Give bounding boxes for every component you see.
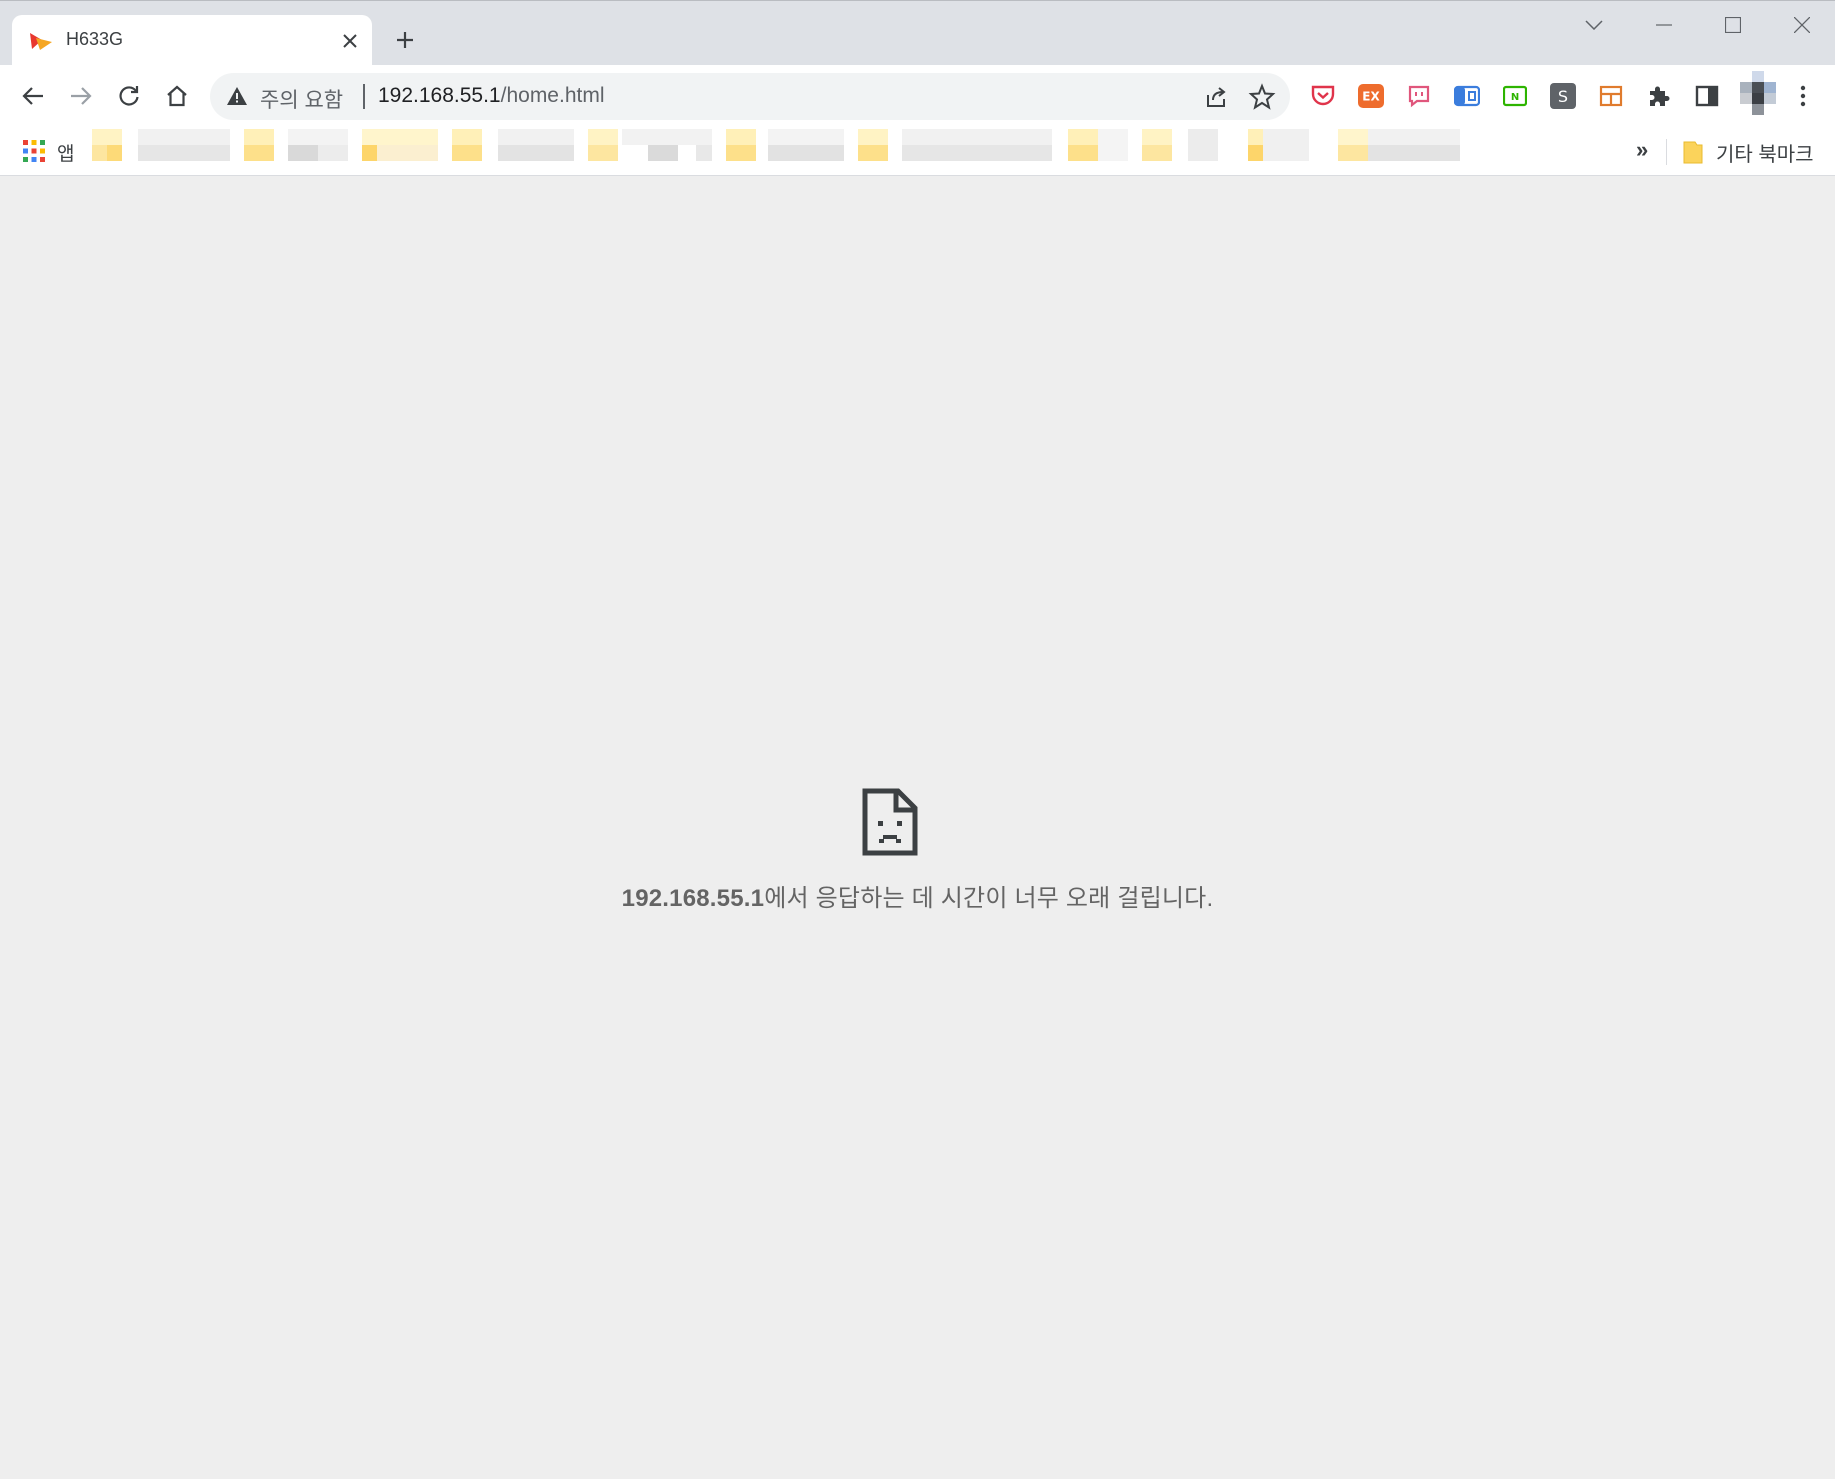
arrow-left-icon: [22, 87, 43, 105]
profile-button[interactable]: [1738, 71, 1776, 115]
other-bookmarks-label[interactable]: 기타 북마크: [1716, 138, 1814, 167]
share-icon[interactable]: [1202, 83, 1230, 111]
folder-icon[interactable]: [1682, 139, 1704, 165]
bookmarks-overflow-button[interactable]: »: [1636, 137, 1648, 163]
extensions-menu-button[interactable]: [1645, 82, 1673, 110]
close-icon: [1794, 17, 1810, 33]
layout-extension-button[interactable]: [1597, 82, 1625, 110]
chrome-menu-button[interactable]: [1789, 82, 1817, 110]
arrow-right-icon: [71, 87, 92, 105]
s-extension-button[interactable]: S: [1549, 82, 1577, 110]
tab-search-button[interactable]: [1564, 7, 1624, 43]
sk-broadband-favicon: [30, 33, 52, 50]
error-host: 192.168.55.1: [621, 885, 765, 912]
side-panel-icon: [1695, 85, 1719, 107]
sad-page-icon: [862, 788, 918, 856]
maximize-button[interactable]: [1703, 7, 1763, 43]
bookmark-star-icon[interactable]: [1248, 83, 1276, 111]
error-message-text: 에서 응답하는 데 시간이 너무 오래 걸립니다.: [764, 885, 1214, 912]
apps-grid-icon[interactable]: [22, 139, 46, 163]
chat-extension-button[interactable]: [1405, 82, 1433, 110]
bookmarks-divider: [1666, 139, 1667, 165]
ex-extension-icon: EX: [1358, 84, 1384, 108]
more-vertical-icon: [1800, 85, 1806, 107]
ex-extension-label: EX: [1362, 90, 1380, 104]
tab-strip: H633G: [0, 0, 1835, 66]
pocket-extension-button[interactable]: [1309, 82, 1337, 110]
error-page: 192.168.55.1에서 응답하는 데 시간이 너무 오래 걸립니다.: [0, 176, 1835, 1479]
security-status-label[interactable]: 주의 요함: [260, 84, 343, 114]
ex-extension-button[interactable]: EX: [1357, 82, 1385, 110]
translate-extension-icon: [1454, 85, 1480, 107]
close-icon: [343, 34, 357, 48]
minimize-button[interactable]: [1634, 7, 1694, 43]
redacted-bookmarks: [92, 129, 1492, 161]
plus-icon: [397, 32, 413, 48]
toolbar: 주의 요함 192.168.55.1/home.html EX N S: [0, 65, 1835, 127]
s-extension-label: S: [1558, 87, 1568, 106]
reload-button[interactable]: [110, 77, 148, 115]
address-bar[interactable]: 주의 요함 192.168.55.1/home.html: [210, 73, 1290, 120]
chat-extension-icon: [1408, 85, 1430, 108]
url-host: 192.168.55.1: [378, 84, 501, 107]
back-button[interactable]: [14, 77, 52, 115]
warning-icon[interactable]: [226, 85, 248, 107]
naver-extension-label: N: [1511, 92, 1519, 103]
new-tab-button[interactable]: [390, 25, 420, 55]
naver-extension-button[interactable]: N: [1501, 82, 1529, 110]
naver-extension-icon: N: [1503, 85, 1527, 107]
home-icon: [167, 85, 187, 107]
error-message: 192.168.55.1에서 응답하는 데 시간이 너무 오래 걸립니다.: [0, 878, 1835, 913]
tab-close-button[interactable]: [336, 27, 364, 55]
forward-button[interactable]: [62, 77, 100, 115]
layout-extension-icon: [1599, 85, 1623, 107]
pocket-icon: [1311, 85, 1335, 106]
tab-title: H633G: [66, 29, 124, 49]
url-path: /home.html: [500, 84, 605, 107]
active-tab[interactable]: H633G: [12, 15, 372, 66]
close-window-button[interactable]: [1772, 7, 1832, 43]
avatar: [1740, 71, 1776, 115]
redacted-bookmarks-pixels: [92, 129, 1460, 161]
apps-shortcut-label[interactable]: 앱: [57, 139, 74, 166]
s-extension-icon: S: [1550, 83, 1576, 109]
reload-icon: [119, 86, 139, 106]
home-button[interactable]: [158, 77, 196, 115]
chevron-down-icon: [1585, 20, 1603, 30]
translate-extension-button[interactable]: [1453, 82, 1481, 110]
url-text[interactable]: 192.168.55.1/home.html: [378, 84, 605, 108]
puzzle-icon: [1650, 86, 1670, 106]
bookmarks-bar: 앱 » 기타 북마크: [0, 127, 1835, 176]
omnibox-separator: [363, 84, 365, 109]
maximize-icon: [1725, 17, 1741, 33]
side-panel-button[interactable]: [1693, 82, 1721, 110]
minimize-icon: [1656, 24, 1672, 26]
